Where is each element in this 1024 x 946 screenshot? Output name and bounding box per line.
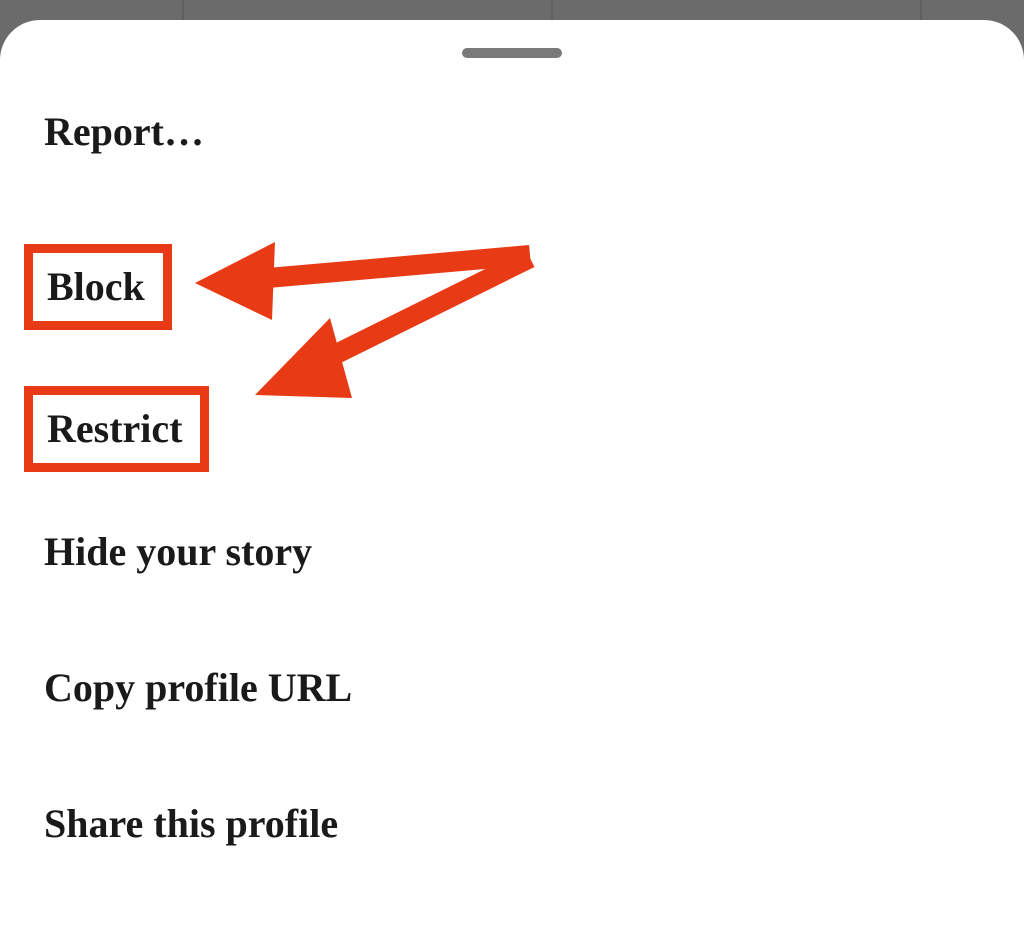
sheet-grabber[interactable] (462, 48, 562, 58)
menu-item-copy-url[interactable]: Copy profile URL (44, 664, 352, 712)
menu-item-share-profile[interactable]: Share this profile (44, 800, 338, 848)
annotation-box-block: Block (24, 244, 172, 330)
menu-item-restrict[interactable]: Restrict (47, 405, 182, 453)
menu-item-report[interactable]: Report… (44, 108, 204, 156)
menu-list: Report… Block Restrict Hide your story C… (0, 108, 1024, 936)
menu-item-hide-story[interactable]: Hide your story (44, 528, 312, 576)
background-divider (920, 0, 922, 20)
background-divider (551, 0, 553, 20)
action-sheet: Report… Block Restrict Hide your story C… (0, 20, 1024, 946)
annotation-box-restrict: Restrict (24, 386, 209, 472)
menu-item-block[interactable]: Block (47, 263, 145, 311)
background-divider (182, 0, 184, 20)
